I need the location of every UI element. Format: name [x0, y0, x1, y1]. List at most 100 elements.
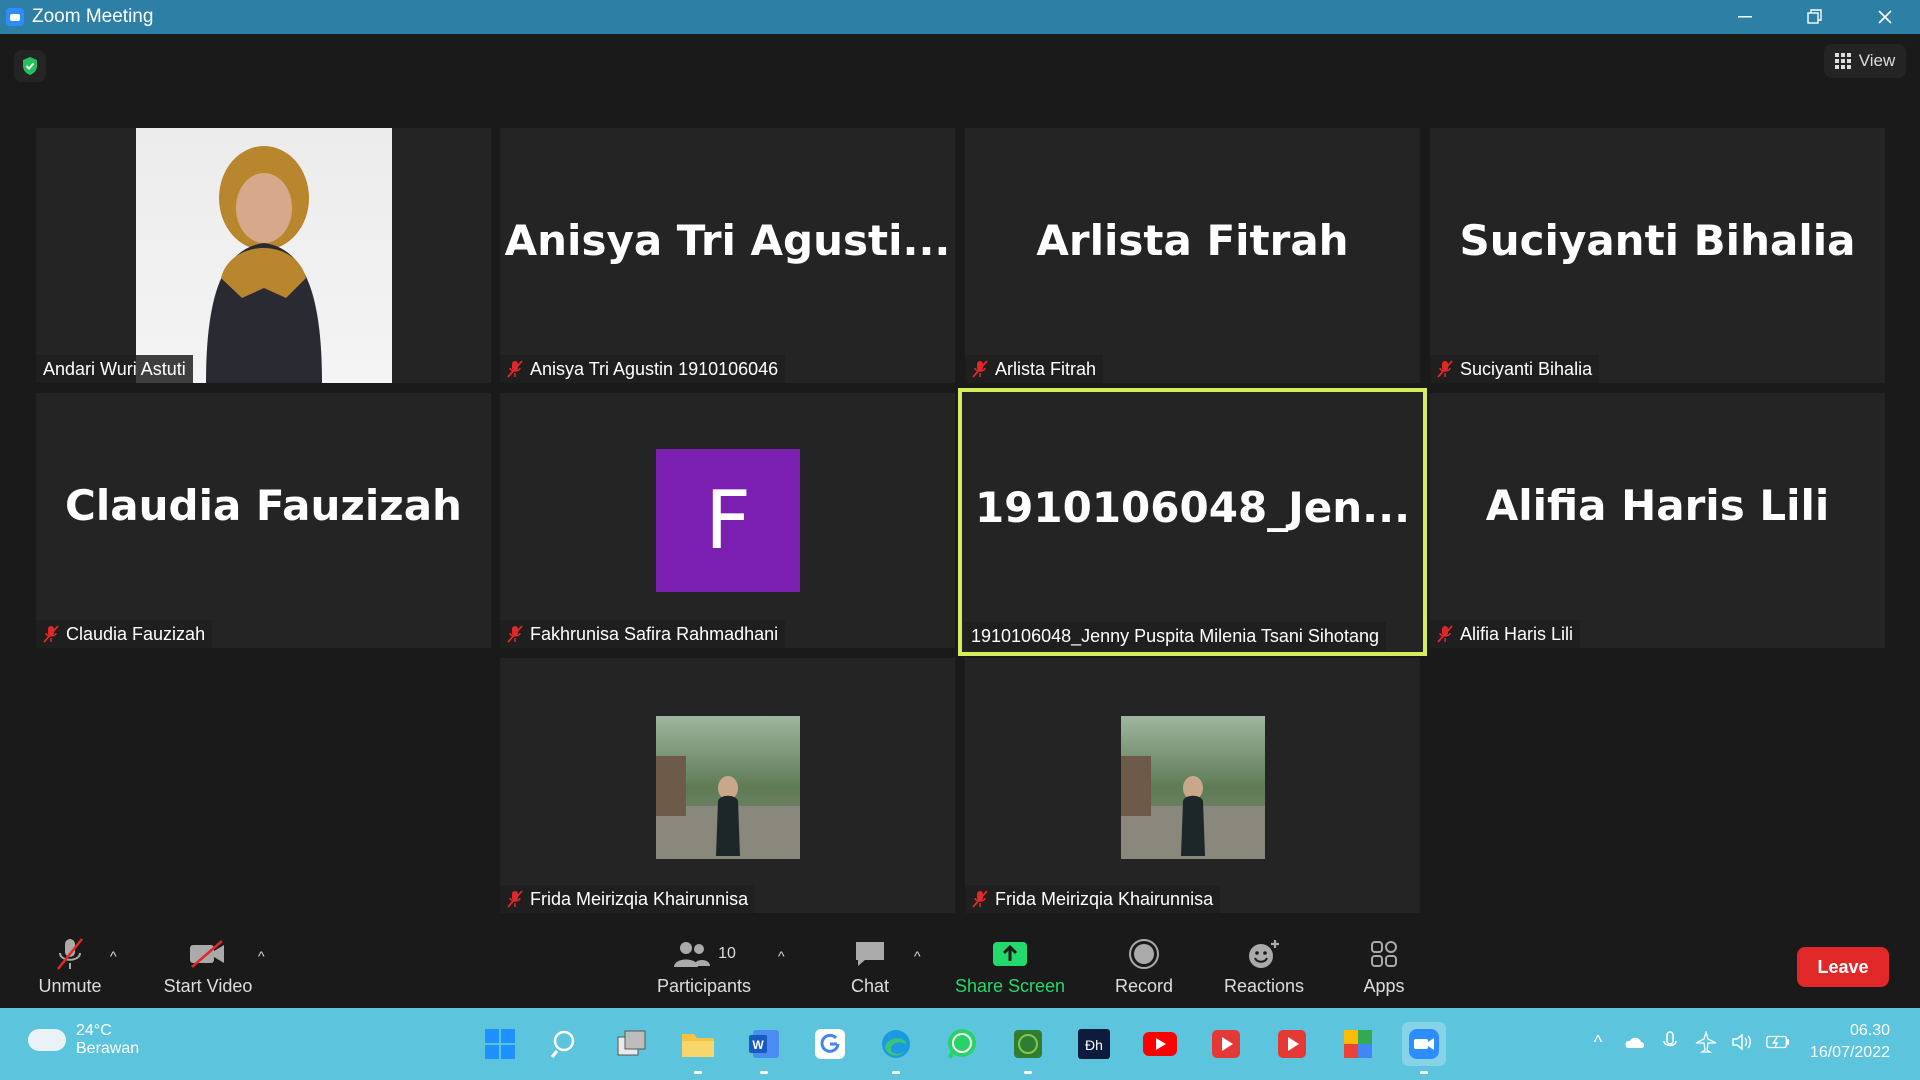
mic-muted-icon [507, 890, 523, 908]
weather-temp: 24°C [76, 1022, 112, 1039]
airplane-mode-icon[interactable] [1694, 1030, 1718, 1054]
minimize-button[interactable] [1710, 0, 1780, 34]
file-explorer-app[interactable] [676, 1022, 720, 1074]
participant-name-label: Claudia Fauzizah [36, 620, 213, 648]
whatsapp-icon [948, 1029, 976, 1059]
participant-display-name: Claudia Fauzizah [65, 481, 462, 530]
onedrive-icon[interactable] [1622, 1030, 1646, 1054]
mic-muted-icon [972, 360, 988, 378]
participant-display-name: Alifia Haris Lili [1485, 481, 1830, 530]
volume-icon[interactable] [1730, 1030, 1754, 1054]
participant-name-label: 1910106048_Jenny Puspita Milenia Tsani S… [964, 622, 1386, 650]
video-player-app-2[interactable] [1270, 1022, 1314, 1066]
app-green-circle[interactable] [1006, 1022, 1050, 1074]
windows-taskbar: 24°C Berawan W Ðh ^ 06.30 16/07/2022 [0, 1008, 1920, 1080]
mic-muted-icon [1437, 625, 1453, 643]
youtube-icon [1143, 1032, 1177, 1056]
participant-name-label: Suciyanti Bihalia [1430, 355, 1600, 383]
clock[interactable]: 06.30 16/07/2022 [1810, 1020, 1890, 1064]
task-view-button[interactable] [610, 1022, 654, 1066]
participant-photo [136, 128, 392, 383]
mic-muted-icon [507, 360, 523, 378]
close-icon [1878, 10, 1892, 24]
participant-name-label: Andari Wuri Astuti [36, 355, 193, 383]
mic-muted-icon [57, 938, 83, 970]
app-colorful[interactable] [1336, 1022, 1380, 1066]
zoom-app[interactable] [1402, 1022, 1446, 1074]
search-button[interactable] [544, 1022, 588, 1066]
start-video-button[interactable]: Start Video [158, 918, 258, 1008]
chat-button[interactable]: Chat [830, 918, 910, 1008]
avatar: F [656, 449, 800, 592]
encryption-shield-button[interactable] [14, 50, 46, 82]
record-icon [1129, 939, 1159, 969]
title-bar: Zoom Meeting [0, 0, 1920, 34]
windows-start-icon [485, 1029, 515, 1059]
participants-button[interactable]: 10 Participants [652, 918, 756, 1008]
chat-options-caret[interactable]: ^ [914, 948, 921, 964]
unmute-button[interactable]: Unmute [30, 918, 110, 1008]
audio-options-caret[interactable]: ^ [110, 948, 117, 964]
leave-button[interactable]: Leave [1797, 947, 1889, 987]
share-screen-button[interactable]: Share Screen [950, 918, 1070, 1008]
video-tile-arlista[interactable]: Arlista Fitrah Arlista Fitrah [965, 128, 1420, 383]
cloud-icon [28, 1029, 66, 1051]
reactions-icon [1249, 940, 1279, 968]
video-tile-claudia[interactable]: Claudia Fauzizah Claudia Fauzizah [36, 393, 491, 648]
window-title: Zoom Meeting [32, 6, 154, 27]
zoom-app-icon [6, 8, 24, 26]
video-player-app-1[interactable] [1204, 1022, 1248, 1066]
participant-display-name: Arlista Fitrah [1036, 216, 1349, 265]
minimize-icon [1738, 16, 1752, 18]
folder-icon [682, 1034, 714, 1057]
video-tile-alifia[interactable]: Alifia Haris Lili Alifia Haris Lili [1430, 393, 1885, 648]
search-icon [550, 1030, 575, 1058]
participants-options-caret[interactable]: ^ [778, 948, 785, 964]
close-button[interactable] [1850, 0, 1920, 34]
video-player-icon [1212, 1030, 1240, 1058]
reactions-button[interactable]: Reactions [1216, 918, 1312, 1008]
app-icon [1344, 1030, 1372, 1058]
clock-time: 06.30 [1849, 1022, 1890, 1039]
restore-button[interactable] [1780, 0, 1850, 34]
video-tile-suciyanti[interactable]: Suciyanti Bihalia Suciyanti Bihalia [1430, 128, 1885, 383]
video-tile-andari[interactable]: Andari Wuri Astuti [36, 128, 491, 383]
zoom-icon [1409, 1029, 1439, 1059]
apps-icon [1371, 941, 1397, 967]
apps-button[interactable]: Apps [1344, 918, 1424, 1008]
task-view-icon [617, 1030, 646, 1056]
participant-name-label: Frida Meirizqia Khairunnisa [965, 885, 1221, 913]
mic-muted-icon [507, 625, 523, 643]
app-icon [1014, 1030, 1042, 1058]
participant-display-name: 1910106048_Jen... [974, 482, 1411, 532]
chrome-app[interactable] [808, 1022, 852, 1066]
participant-display-name: Suciyanti Bihalia [1459, 216, 1856, 265]
shield-check-icon [23, 57, 37, 75]
video-tile-jenny-active-speaker[interactable]: 1910106048_Jen... 1910106048_Jenny Puspi… [958, 388, 1427, 656]
weather-desc: Berawan [76, 1040, 140, 1057]
whatsapp-app[interactable] [940, 1022, 984, 1066]
start-button[interactable] [478, 1022, 522, 1066]
youtube-app[interactable] [1138, 1022, 1182, 1066]
video-tile-anisya[interactable]: Anisya Tri Agusti... Anisya Tri Agustin … [500, 128, 955, 383]
video-tile-frida-2[interactable]: Frida Meirizqia Khairunnisa [965, 658, 1420, 913]
weather-widget[interactable]: 24°C Berawan [28, 1022, 139, 1058]
chevron-up-icon[interactable]: ^ [1586, 1030, 1610, 1054]
word-app[interactable]: W [742, 1022, 786, 1074]
view-button[interactable]: View [1824, 44, 1906, 78]
video-tile-fakhrunisa[interactable]: F Fakhrunisa Safira Rahmadhani [500, 393, 955, 648]
battery-charging-icon[interactable] [1766, 1030, 1790, 1054]
video-options-caret[interactable]: ^ [258, 948, 265, 964]
record-button[interactable]: Record [1104, 918, 1184, 1008]
app-dh[interactable]: Ðh [1072, 1022, 1116, 1066]
mic-muted-icon [972, 890, 988, 908]
microphone-icon[interactable] [1658, 1030, 1682, 1054]
video-off-icon [190, 940, 224, 968]
video-tile-frida-1[interactable]: Frida Meirizqia Khairunnisa [500, 658, 955, 913]
meeting-toolbar: Unmute ^ Start Video ^ 10 Participants ^… [0, 918, 1920, 1008]
edge-app[interactable] [874, 1022, 918, 1074]
participant-name-label: Alifia Haris Lili [1430, 620, 1581, 648]
participant-photo [1121, 716, 1265, 859]
participants-icon [674, 942, 711, 967]
word-icon: W [749, 1030, 779, 1058]
